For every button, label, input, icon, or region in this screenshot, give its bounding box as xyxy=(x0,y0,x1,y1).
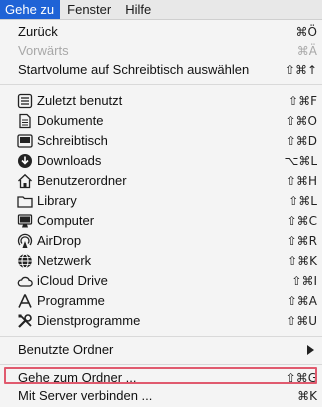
menu-item-startvolume[interactable]: Startvolume auf Schreibtisch auswählen ⇧… xyxy=(0,60,322,80)
menu-item-label: Zurück xyxy=(18,24,58,39)
menu-item-shortcut: ⇧⌘I xyxy=(291,274,317,288)
menu-item-label: Vorwärts xyxy=(18,43,69,58)
recents-icon xyxy=(17,93,33,109)
menu-separator xyxy=(0,84,322,85)
menu-item-vorwaerts: Vorwärts ⌘Ä xyxy=(0,41,322,61)
menu-item-zurueck[interactable]: Zurück ⌘Ö xyxy=(0,22,322,42)
menu-item-label: Downloads xyxy=(37,153,102,168)
menu-item-dokumente[interactable]: Dokumente ⇧⌘O xyxy=(0,111,322,131)
menu-item-shortcut: ⇧⌘O xyxy=(285,114,318,128)
icloud-icon xyxy=(17,273,33,289)
menu-bar: Gehe zu Fenster Hilfe xyxy=(0,0,322,20)
menu-item-label: Startvolume auf Schreibtisch auswählen xyxy=(18,62,250,77)
menu-item-shortcut: ⇧⌘↑ xyxy=(284,63,317,77)
menu-item-shortcut: ⌘K xyxy=(297,389,317,403)
menu-item-shortcut: ⇧⌘F xyxy=(288,94,317,108)
menu-item-label: Dokumente xyxy=(37,113,104,128)
airdrop-icon xyxy=(17,233,33,249)
documents-icon xyxy=(17,113,33,129)
menu-item-shortcut: ⇧⌘D xyxy=(285,134,317,148)
menu-item-programme[interactable]: Programme ⇧⌘A xyxy=(0,291,322,311)
menubar-fenster[interactable]: Fenster xyxy=(60,0,118,19)
menu-item-dienstprogramme[interactable]: Dienstprogramme ⇧⌘U xyxy=(0,311,322,331)
menu-item-label: Zuletzt benutzt xyxy=(37,93,123,108)
menu-item-shortcut: ⇧⌘A xyxy=(286,294,317,308)
menu-item-mit-server-verbinden[interactable]: Mit Server verbinden ... ⌘K xyxy=(0,386,322,406)
go-menu-dropdown: Zurück ⌘Ö Vorwärts ⌘Ä Startvolume auf Sc… xyxy=(0,20,322,407)
menu-item-shortcut: ⇧⌘R xyxy=(286,234,317,248)
menu-item-shortcut: ⇧⌘L xyxy=(288,194,317,208)
desktop-icon xyxy=(17,133,33,149)
menu-item-zuletzt-benutzt[interactable]: Zuletzt benutzt ⇧⌘F xyxy=(0,91,322,111)
network-icon xyxy=(17,253,33,269)
menu-item-downloads[interactable]: Downloads ⌥⌘L xyxy=(0,151,322,171)
menu-item-label: Benutzte Ordner xyxy=(18,342,114,357)
menubar-hilfe[interactable]: Hilfe xyxy=(118,0,158,19)
menu-separator xyxy=(0,336,322,337)
computer-icon xyxy=(17,213,33,229)
menu-item-label: Mit Server verbinden ... xyxy=(18,388,153,403)
menu-item-library[interactable]: Library ⇧⌘L xyxy=(0,191,322,211)
menu-item-shortcut: ⌘Ä xyxy=(296,44,317,58)
utilities-icon xyxy=(17,313,33,329)
menu-item-shortcut: ⌥⌘L xyxy=(284,154,317,168)
menu-item-shortcut: ⇧⌘H xyxy=(285,174,317,188)
menu-item-benutzerordner[interactable]: Benutzerordner ⇧⌘H xyxy=(0,171,322,191)
menu-item-label: Computer xyxy=(37,213,95,228)
menu-item-schreibtisch[interactable]: Schreibtisch ⇧⌘D xyxy=(0,131,322,151)
menu-item-label: AirDrop xyxy=(37,233,82,248)
menu-item-label: Programme xyxy=(37,293,105,308)
menu-item-label: Schreibtisch xyxy=(37,133,108,148)
applications-icon xyxy=(17,293,33,309)
menu-separator xyxy=(0,364,322,365)
submenu-arrow-icon xyxy=(307,345,314,355)
menu-item-shortcut: ⇧⌘C xyxy=(286,214,317,228)
menu-item-label: Netzwerk xyxy=(37,253,92,268)
menu-item-shortcut: ⇧⌘K xyxy=(287,254,317,268)
highlight-box xyxy=(4,367,317,384)
menu-item-label: Dienstprogramme xyxy=(37,313,141,328)
menu-item-shortcut: ⌘Ö xyxy=(295,25,317,39)
menu-item-label: Benutzerordner xyxy=(37,173,127,188)
library-icon xyxy=(17,193,33,209)
menu-item-icloud-drive[interactable]: iCloud Drive ⇧⌘I xyxy=(0,271,322,291)
menu-item-shortcut: ⇧⌘U xyxy=(286,314,317,328)
menubar-gehe-zu[interactable]: Gehe zu xyxy=(0,0,61,19)
downloads-icon xyxy=(17,153,33,169)
menu-item-label: iCloud Drive xyxy=(37,273,108,288)
menu-item-airdrop[interactable]: AirDrop ⇧⌘R xyxy=(0,231,322,251)
menu-item-label: Library xyxy=(37,193,77,208)
menu-item-netzwerk[interactable]: Netzwerk ⇧⌘K xyxy=(0,251,322,271)
menu-item-computer[interactable]: Computer ⇧⌘C xyxy=(0,211,322,231)
menu-item-benutzte-ordner[interactable]: Benutzte Ordner xyxy=(0,340,322,360)
home-icon xyxy=(17,173,33,189)
